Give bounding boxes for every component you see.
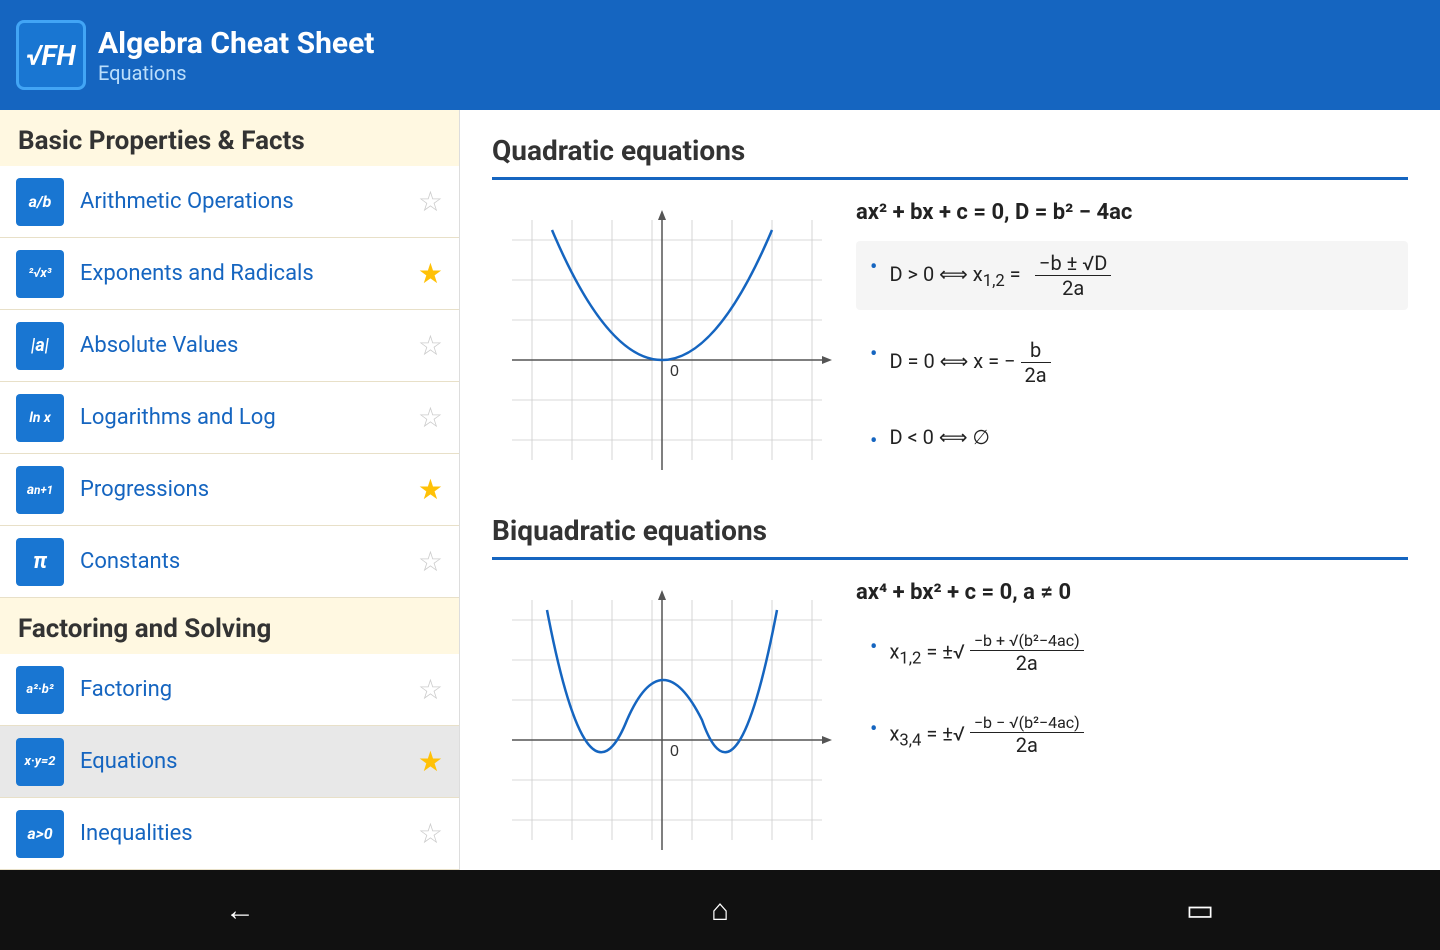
sidebar-item-absolute[interactable]: |a| Absolute Values ☆ <box>0 310 459 382</box>
sidebar-item-arithmetic[interactable]: a/b Arithmetic Operations ☆ <box>0 166 459 238</box>
exponents-icon: ²√x³ <box>16 250 64 298</box>
content-area: Quadratic equations <box>460 110 1440 870</box>
sidebar-label-arithmetic: Arithmetic Operations <box>80 189 418 214</box>
star-constants[interactable]: ☆ <box>418 545 443 578</box>
arithmetic-icon: a/b <box>16 178 64 226</box>
quadratic-formula-2: • D = 0 ⟺ x = − b 2a <box>856 328 1408 397</box>
biquadratic-body: 0 ax⁴ + bx² + c = 0, a ≠ 0 • x1,2 = ±√ <box>492 580 1408 860</box>
quadratic-graph: 0 <box>492 200 832 480</box>
factoring-icon: a²·b² <box>16 666 64 714</box>
sidebar: Basic Properties & Facts a/b Arithmetic … <box>0 110 460 870</box>
biquadratic-formula-1: • x1,2 = ±√ −b + √(b²−4ac) 2a <box>856 621 1408 685</box>
quadratic-main-formula: ax² + bx + c = 0, D = b² − 4ac <box>856 200 1408 225</box>
recent-button[interactable]: ▭ <box>1170 880 1230 940</box>
quadratic-formulas: ax² + bx + c = 0, D = b² − 4ac • D > 0 ⟺… <box>856 200 1408 482</box>
star-equations[interactable]: ★ <box>418 745 443 778</box>
biquadratic-section: Biquadratic equations <box>492 514 1408 860</box>
svg-text:0: 0 <box>670 743 679 760</box>
quadratic-title: Quadratic equations <box>492 134 1408 180</box>
sidebar-label-equations: Equations <box>80 749 418 774</box>
sidebar-item-equations[interactable]: x·y=2 Equations ★ <box>0 726 459 798</box>
formula-text-4: x1,2 = ±√ −b + √(b²−4ac) 2a <box>889 631 1083 675</box>
sidebar-item-constants[interactable]: π Constants ☆ <box>0 526 459 598</box>
formula-text-2: D = 0 ⟺ x = − b 2a <box>889 338 1050 387</box>
biquadratic-graph: 0 <box>492 580 832 860</box>
app-title-block: Algebra Cheat Sheet Equations <box>98 26 374 85</box>
sidebar-label-factoring: Factoring <box>80 677 418 702</box>
top-bar: √FH Algebra Cheat Sheet Equations <box>0 0 1440 110</box>
star-progressions[interactable]: ★ <box>418 473 443 506</box>
progressions-icon: an+1 <box>16 466 64 514</box>
sidebar-item-logarithms[interactable]: ln x Logarithms and Log ☆ <box>0 382 459 454</box>
back-button[interactable]: ← <box>210 880 270 940</box>
biquadratic-title: Biquadratic equations <box>492 514 1408 560</box>
star-logarithms[interactable]: ☆ <box>418 401 443 434</box>
home-button[interactable]: ⌂ <box>690 880 750 940</box>
sidebar-item-exponents[interactable]: ²√x³ Exponents and Radicals ★ <box>0 238 459 310</box>
absolute-icon: |a| <box>16 322 64 370</box>
constants-icon: π <box>16 538 64 586</box>
sidebar-item-factoring[interactable]: a²·b² Factoring ☆ <box>0 654 459 726</box>
biquadratic-formulas: ax⁴ + bx² + c = 0, a ≠ 0 • x1,2 = ±√ −b … <box>856 580 1408 785</box>
sidebar-label-absolute: Absolute Values <box>80 333 418 358</box>
biquadratic-main-formula: ax⁴ + bx² + c = 0, a ≠ 0 <box>856 580 1408 605</box>
sidebar-label-logarithms: Logarithms and Log <box>80 405 418 430</box>
bullet-2: • <box>870 342 877 367</box>
quadratic-body: 0 ax² + bx + c = 0, D = b² − 4ac • D > 0… <box>492 200 1408 482</box>
equations-icon: x·y=2 <box>16 738 64 786</box>
inequalities-icon: a>0 <box>16 810 64 858</box>
sidebar-item-inequalities[interactable]: a>0 Inequalities ☆ <box>0 798 459 870</box>
formula-text-3: D < 0 ⟺ ∅ <box>889 425 989 449</box>
formula-text-1: D > 0 ⟺ x1,2 = −b ± √D 2a <box>889 251 1111 300</box>
app-subtitle: Equations <box>98 61 374 85</box>
logarithms-icon: ln x <box>16 394 64 442</box>
star-arithmetic[interactable]: ☆ <box>418 185 443 218</box>
quadratic-section: Quadratic equations <box>492 134 1408 482</box>
app-title: Algebra Cheat Sheet <box>98 26 374 61</box>
star-exponents[interactable]: ★ <box>418 257 443 290</box>
star-absolute[interactable]: ☆ <box>418 329 443 362</box>
sidebar-label-constants: Constants <box>80 549 418 574</box>
biquadratic-formula-2: • x3,4 = ±√ −b − √(b²−4ac) 2a <box>856 703 1408 767</box>
bullet-1: • <box>870 255 877 280</box>
formula-text-5: x3,4 = ±√ −b − √(b²−4ac) 2a <box>889 713 1083 757</box>
bottom-nav: ← ⌂ ▭ <box>0 870 1440 950</box>
quadratic-formula-3: • D < 0 ⟺ ∅ <box>856 415 1408 464</box>
bullet-5: • <box>870 717 877 742</box>
bullet-3: • <box>870 429 877 454</box>
star-inequalities[interactable]: ☆ <box>418 817 443 850</box>
svg-text:0: 0 <box>670 363 679 380</box>
bullet-4: • <box>870 635 877 660</box>
quadratic-formula-1: • D > 0 ⟺ x1,2 = −b ± √D 2a <box>856 241 1408 310</box>
section-header-basic: Basic Properties & Facts <box>0 110 459 166</box>
sidebar-label-inequalities: Inequalities <box>80 821 418 846</box>
main-layout: Basic Properties & Facts a/b Arithmetic … <box>0 110 1440 870</box>
sidebar-item-progressions[interactable]: an+1 Progressions ★ <box>0 454 459 526</box>
sidebar-label-exponents: Exponents and Radicals <box>80 261 418 286</box>
star-factoring[interactable]: ☆ <box>418 673 443 706</box>
app-icon: √FH <box>16 20 86 90</box>
sidebar-label-progressions: Progressions <box>80 477 418 502</box>
section-header-factoring: Factoring and Solving <box>0 598 459 654</box>
